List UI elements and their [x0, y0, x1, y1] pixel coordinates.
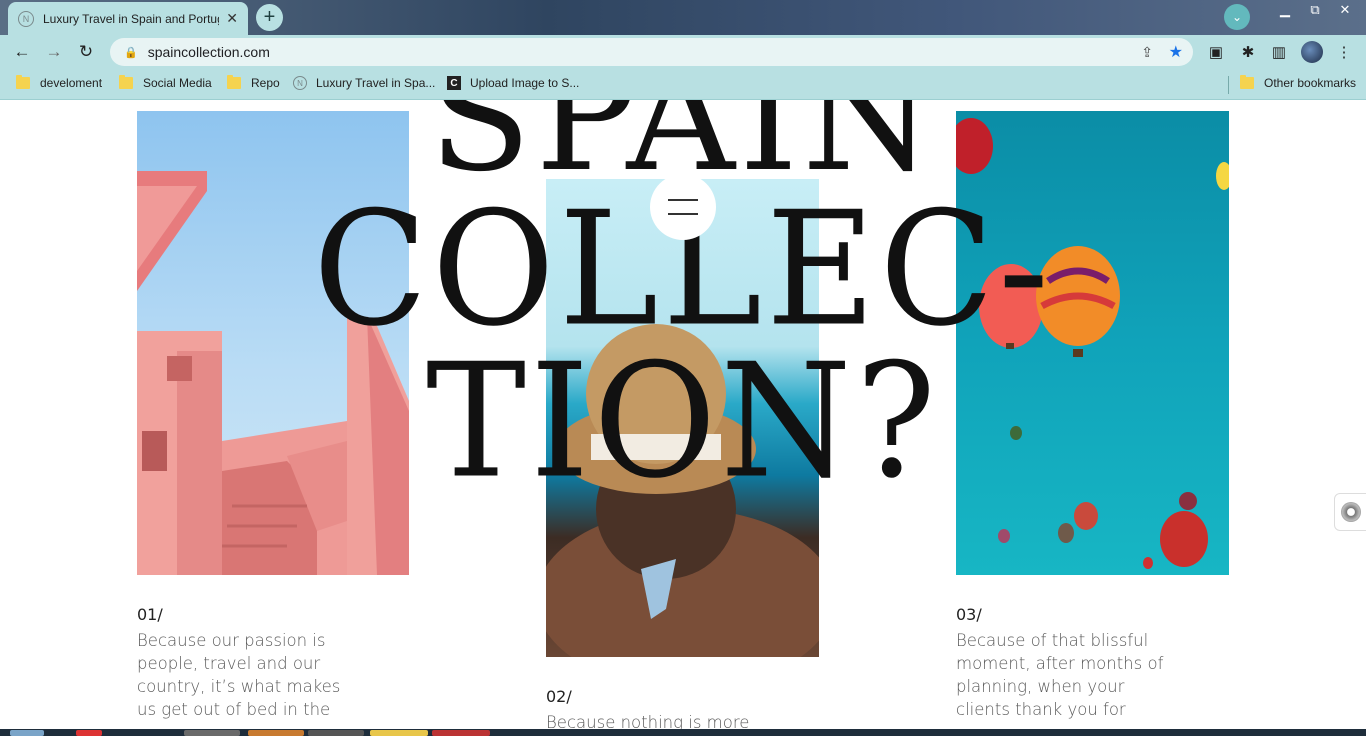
new-tab-button[interactable]: +	[256, 4, 283, 31]
lock-icon[interactable]: 🔒	[124, 46, 138, 59]
bookmark-social-media[interactable]: Social Media	[119, 75, 212, 90]
profile-avatar[interactable]	[1301, 41, 1323, 63]
restore-button[interactable]: ⧉	[1300, 0, 1330, 20]
hamburger-menu-button[interactable]	[650, 174, 716, 240]
column-1-number: 01/	[137, 605, 163, 624]
accessibility-icon	[1341, 502, 1361, 522]
taskbar-app-icon[interactable]	[308, 730, 364, 736]
bookmark-upload-image[interactable]: C Upload Image to S...	[447, 76, 579, 90]
site-favicon-icon: N	[293, 76, 307, 90]
bookmark-label: Upload Image to S...	[470, 76, 580, 90]
column-3-text: Because of that blissful moment, after m…	[956, 631, 1164, 719]
browser-toolbar: ← → ↻ 🔒 spaincollection.com ⇪ ★ ▣ ✱ ▥ ⋮	[0, 35, 1366, 69]
bookmark-repo[interactable]: Repo	[227, 75, 280, 90]
browser-tab[interactable]: N Luxury Travel in Spain and Portugal ✕	[8, 2, 248, 35]
bookmark-label: develoment	[40, 76, 103, 90]
address-bar[interactable]: 🔒 spaincollection.com ⇪ ★	[110, 38, 1193, 66]
side-panel-icon[interactable]: ▥	[1269, 42, 1289, 62]
share-icon[interactable]: ⇪	[1141, 44, 1153, 61]
cast-icon[interactable]: ▣	[1206, 42, 1226, 62]
bookmark-develoment[interactable]: develoment	[16, 75, 103, 90]
photo-pink-building	[137, 111, 409, 575]
bookmark-label: Repo	[251, 76, 280, 90]
bookmark-other[interactable]: Other bookmarks	[1240, 75, 1357, 90]
bookmark-label: Luxury Travel in Spa...	[316, 76, 436, 90]
folder-icon	[119, 75, 133, 89]
back-button[interactable]: ←	[10, 40, 34, 64]
url-text[interactable]: spaincollection.com	[148, 44, 270, 60]
taskbar-app-icon[interactable]	[76, 730, 102, 736]
web-page: SPAIN COLLEC- TION? 01/ Because our pass…	[0, 100, 1366, 729]
taskbar-app-icon[interactable]	[184, 730, 240, 736]
bookmark-label: Social Media	[143, 76, 212, 90]
folder-icon	[227, 75, 241, 89]
close-tab-icon[interactable]: ✕	[226, 10, 238, 27]
chrome-menu-icon[interactable]: ⋮	[1334, 42, 1354, 62]
tab-search-button[interactable]: ⌄	[1224, 4, 1250, 30]
close-window-button[interactable]: ✕	[1330, 0, 1360, 20]
tab-title: Luxury Travel in Spain and Portugal	[43, 11, 219, 26]
bookmark-label: Other bookmarks	[1264, 76, 1357, 90]
folder-icon	[16, 75, 30, 89]
bookmarks-bar: develoment Social Media Repo N Luxury Tr…	[0, 69, 1366, 100]
taskbar-app-icon[interactable]	[370, 730, 428, 736]
c-favicon-icon: C	[447, 76, 461, 90]
browser-titlebar: N Luxury Travel in Spain and Portugal ✕ …	[0, 0, 1366, 35]
column-2-text: Because nothing is more	[546, 713, 750, 729]
column-1-text: Because our passion is people, travel an…	[137, 631, 341, 719]
bookmarks-divider	[1228, 76, 1229, 94]
menu-line-icon	[668, 213, 698, 215]
reload-button[interactable]: ↻	[74, 40, 98, 64]
site-favicon-icon: N	[18, 10, 34, 27]
extensions-icon[interactable]: ✱	[1238, 42, 1258, 62]
side-widget-button[interactable]	[1334, 493, 1366, 531]
column-2-number: 02/	[546, 687, 572, 706]
photo-woman-hat	[546, 179, 819, 657]
bookmark-luxury-travel[interactable]: N Luxury Travel in Spa...	[293, 76, 435, 90]
folder-icon	[1240, 75, 1254, 89]
menu-line-icon	[668, 199, 698, 201]
forward-button[interactable]: →	[42, 40, 66, 64]
taskbar-app-icon[interactable]	[432, 730, 490, 736]
photo-hot-air-balloons	[956, 111, 1229, 575]
taskbar-start-icon[interactable]	[10, 730, 44, 736]
minimize-button[interactable]: ▁	[1270, 0, 1300, 20]
window-controls: ▁ ⧉ ✕	[1270, 0, 1360, 20]
bookmark-star-icon[interactable]: ★	[1169, 42, 1183, 62]
column-3-number: 03/	[956, 605, 982, 624]
taskbar-app-icon[interactable]	[248, 730, 304, 736]
